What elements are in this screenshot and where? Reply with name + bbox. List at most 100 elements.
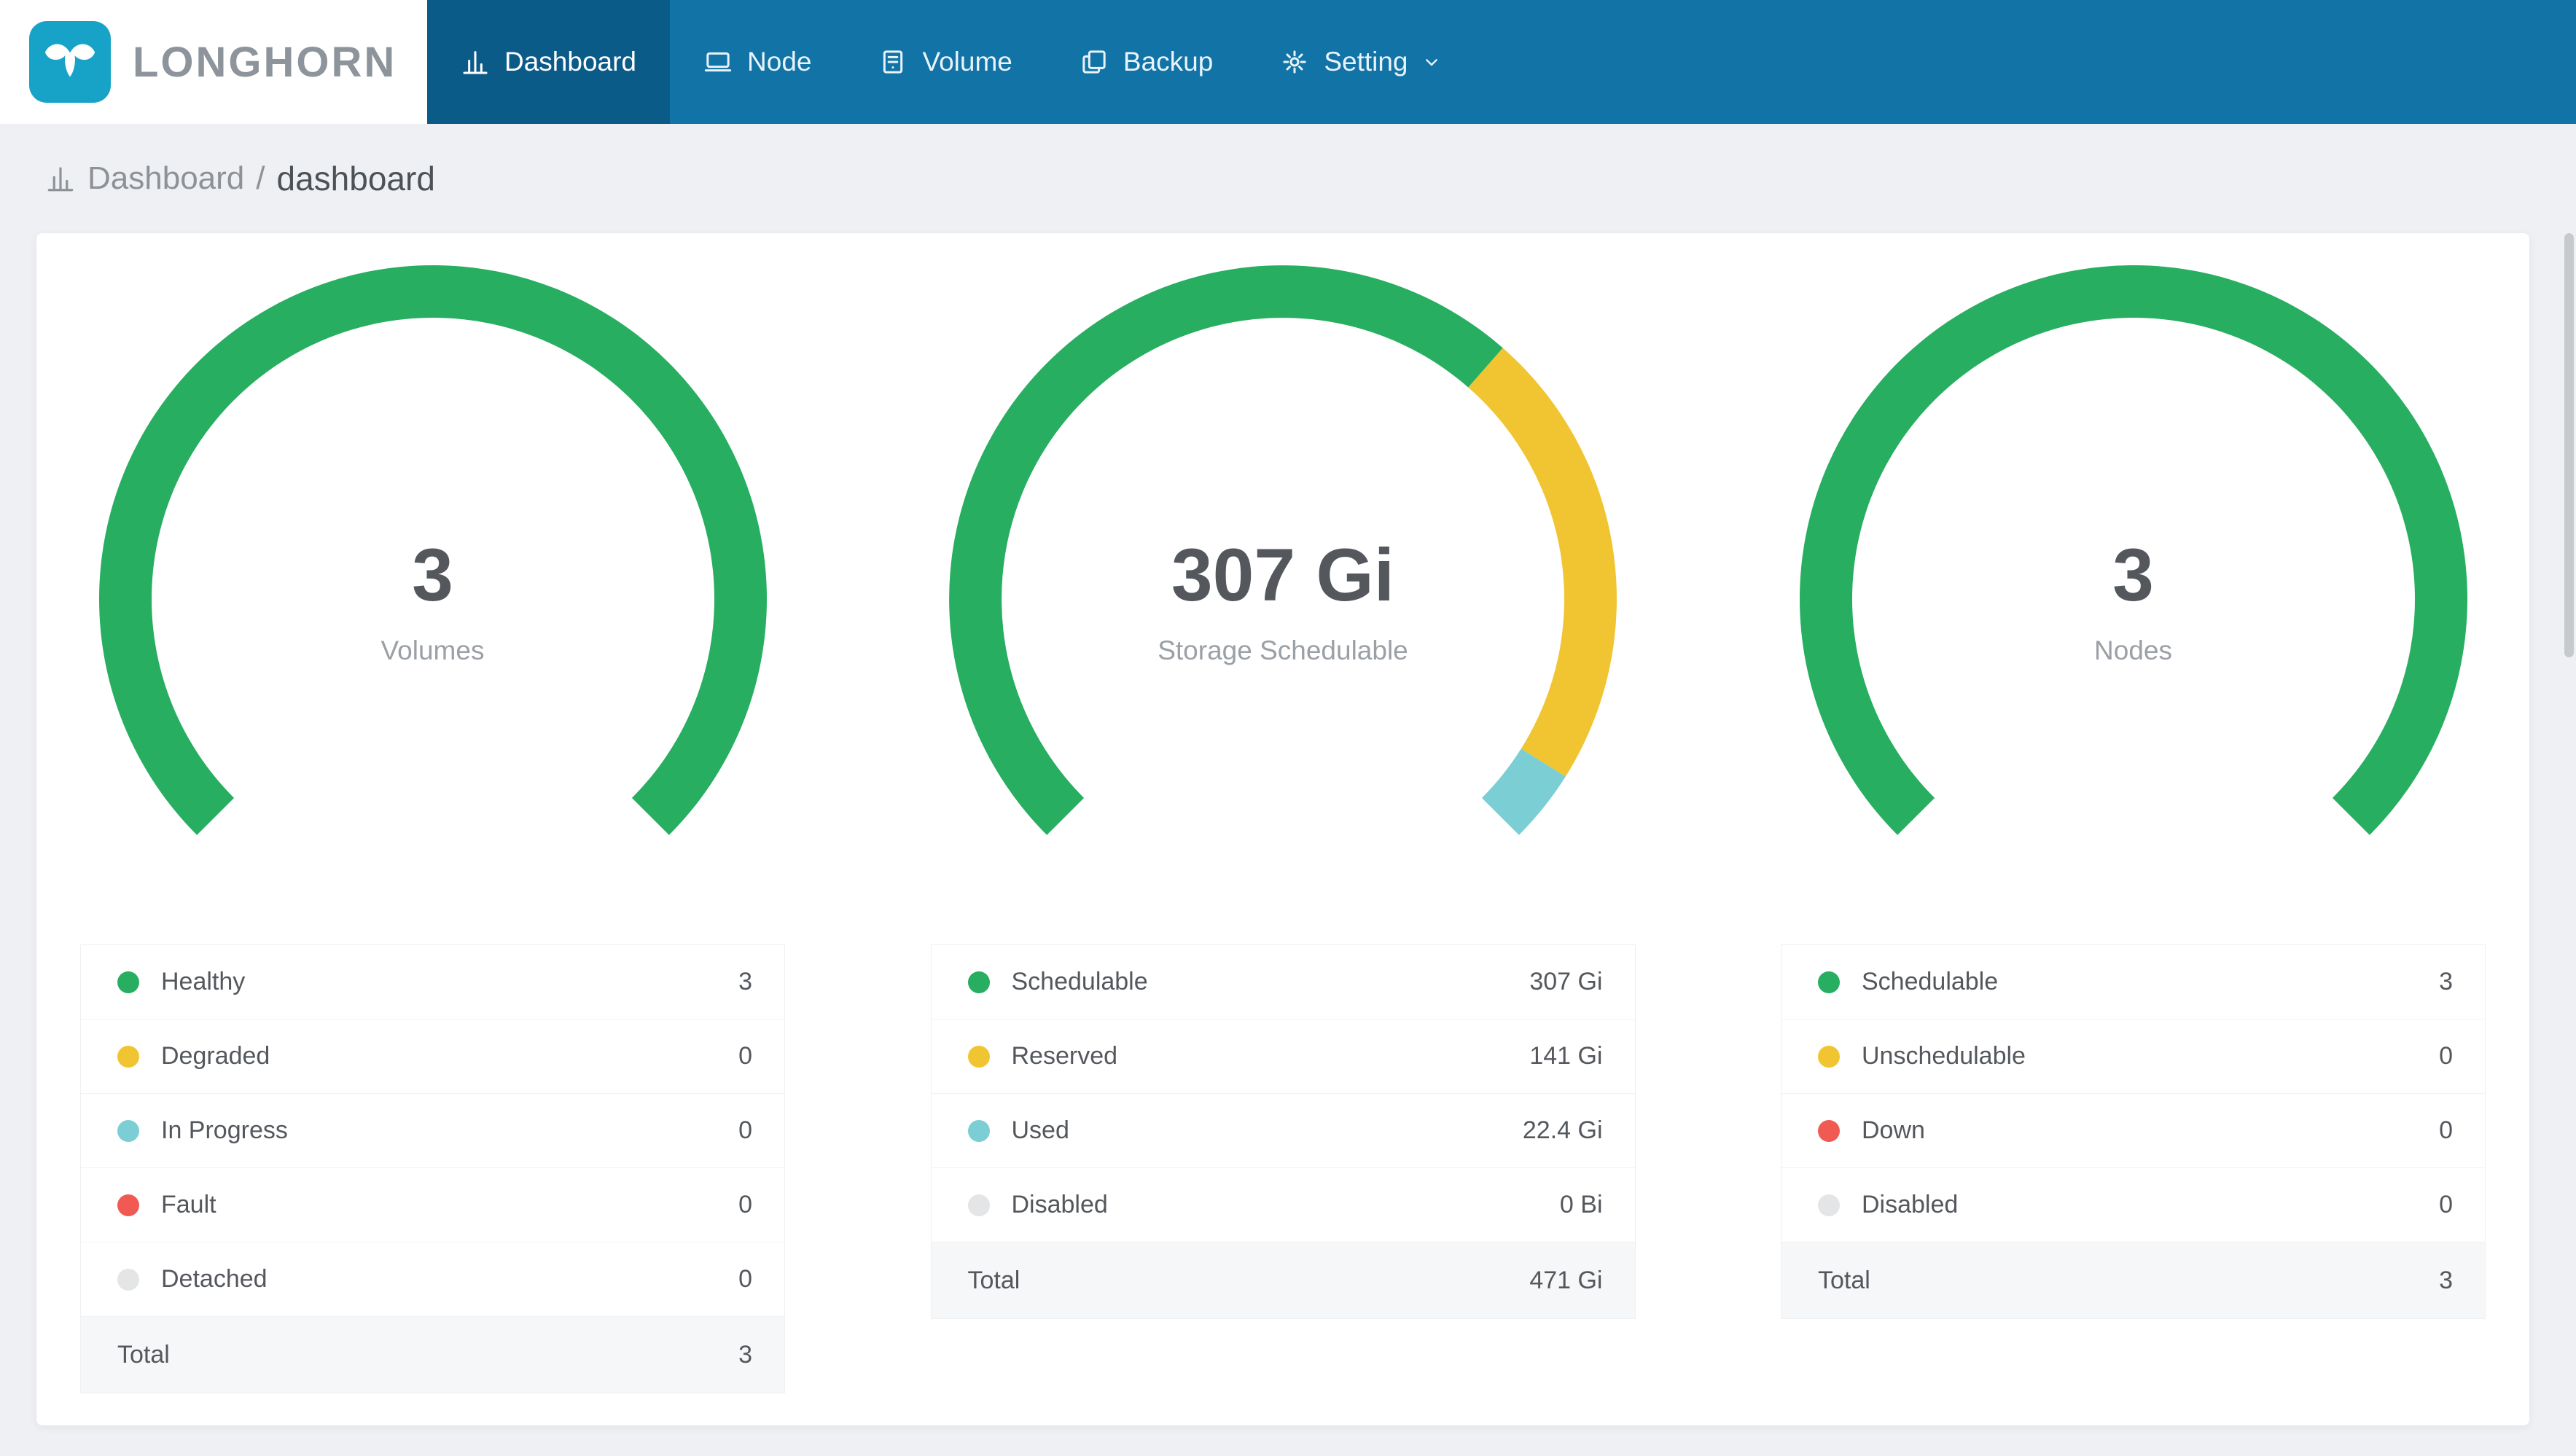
volumes-gauge-chart <box>98 265 767 835</box>
nav-item-setting[interactable]: Setting <box>1246 0 1476 124</box>
logo[interactable]: LONGHORN <box>0 0 427 124</box>
breadcrumb-current-page: dashboard <box>276 160 435 197</box>
longhorn-bull-icon <box>29 21 111 103</box>
gauge-segment-healthy <box>98 265 767 835</box>
nav-item-node[interactable]: Node <box>670 0 845 124</box>
total-label: Total <box>117 1340 170 1369</box>
legend-value: 0 Bi <box>1559 1191 1603 1218</box>
status-dot <box>967 1045 990 1068</box>
status-dot <box>1818 1194 1840 1216</box>
legend-label: Schedulable <box>1011 968 1148 995</box>
nav-label-backup: Backup <box>1123 47 1214 77</box>
status-dot <box>117 1194 139 1216</box>
legend-value: 0 <box>738 1116 752 1144</box>
legend-value: 3 <box>738 968 752 995</box>
storage-total-row: Total 471 Gi <box>931 1242 1635 1318</box>
status-dot <box>117 971 139 993</box>
legend-row-fault: Fault 0 <box>81 1168 784 1242</box>
nav-label-setting: Setting <box>1324 47 1408 77</box>
legend-value: 22.4 Gi <box>1522 1116 1603 1144</box>
nodes-legend-rows: Schedulable 3 Unschedulable 0 Down 0 Disabled 0 <box>1781 945 2485 1242</box>
scrollbar-thumb[interactable] <box>2564 233 2574 657</box>
legend-label: Reserved <box>1011 1042 1118 1070</box>
legend-label: Unschedulable <box>1862 1042 2026 1070</box>
status-dot <box>967 1194 990 1216</box>
total-label: Total <box>967 1266 1020 1294</box>
nav-item-dashboard[interactable]: Dashboard <box>427 0 671 124</box>
legend-value: 0 <box>738 1265 752 1293</box>
nodes-total-row: Total 3 <box>1781 1242 2485 1318</box>
total-label: Total <box>1818 1266 1870 1294</box>
storage-legend: Schedulable 307 Gi Reserved 141 Gi Used 22.4 … <box>930 944 1636 1319</box>
nodes-panel: 3 Nodes Schedulable 3 Unschedulable 0 Down 0 D… <box>1781 264 2486 1319</box>
legend-row-disabled: Disabled 0 Bi <box>931 1168 1635 1242</box>
bar-chart-icon <box>47 167 74 192</box>
status-dot <box>117 1268 139 1291</box>
legend-value: 0 <box>2439 1116 2453 1144</box>
nav-label-volume: Volume <box>922 47 1012 77</box>
gauge-segment-schedulable <box>1799 265 2467 835</box>
total-value: 471 Gi <box>1529 1266 1603 1294</box>
legend-label: Disabled <box>1011 1191 1108 1218</box>
nodes-legend: Schedulable 3 Unschedulable 0 Down 0 Disabled 0… <box>1781 944 2486 1319</box>
app-header: LONGHORN Dashboard Node Volume Backup Se… <box>0 0 2576 124</box>
breadcrumb-section[interactable]: Dashboard <box>87 163 244 195</box>
legend-row-reserved: Reserved 141 Gi <box>931 1019 1635 1094</box>
node-icon <box>704 52 732 72</box>
legend-value: 3 <box>2439 968 2453 995</box>
legend-row-schedulable: Schedulable 307 Gi <box>931 945 1635 1019</box>
gauge-segment-schedulable <box>949 265 1503 835</box>
legend-value: 0 <box>738 1042 752 1070</box>
total-value: 3 <box>738 1340 752 1369</box>
status-dot <box>967 971 990 993</box>
legend-row-degraded: Degraded 0 <box>81 1019 784 1094</box>
volumes-panel: 3 Volumes Healthy 3 Degraded 0 In Progress 0 F… <box>80 264 785 1393</box>
breadcrumb: Dashboard / dashboard <box>0 124 2576 227</box>
legend-row-schedulable: Schedulable 3 <box>1781 945 2485 1019</box>
legend-label: Used <box>1011 1116 1069 1144</box>
legend-row-disabled: Disabled 0 <box>1781 1168 2485 1242</box>
logo-text: LONGHORN <box>133 38 397 86</box>
volumes-gauge: 3 Volumes <box>98 264 768 934</box>
legend-label: Degraded <box>161 1042 270 1070</box>
storage-gauge-chart <box>949 265 1617 835</box>
legend-label: Down <box>1862 1116 1925 1144</box>
legend-row-down: Down 0 <box>1781 1094 2485 1168</box>
volumes-total-row: Total 3 <box>81 1317 784 1393</box>
status-dot <box>967 1119 990 1142</box>
legend-row-used: Used 22.4 Gi <box>931 1094 1635 1168</box>
legend-row-healthy: Healthy 3 <box>81 945 784 1019</box>
dashboard-card: 3 Volumes Healthy 3 Degraded 0 In Progress 0 F… <box>36 233 2529 1425</box>
backup-icon <box>1082 50 1106 74</box>
legend-label: Disabled <box>1862 1191 1959 1218</box>
nav-label-dashboard: Dashboard <box>504 47 637 77</box>
volume-icon <box>883 50 903 74</box>
gauge-segment-reserved <box>1468 348 1617 777</box>
status-dot <box>1818 971 1840 993</box>
status-dot <box>1818 1119 1840 1142</box>
legend-row-unschedulable: Unschedulable 0 <box>1781 1019 2485 1094</box>
legend-row-detached: Detached 0 <box>81 1242 784 1317</box>
storage-panel: 307 Gi Storage Schedulable Schedulable 30… <box>930 264 1636 1319</box>
nodes-gauge: 3 Nodes <box>1798 264 2469 934</box>
legend-label: In Progress <box>161 1116 288 1144</box>
nav-item-backup[interactable]: Backup <box>1046 0 1246 124</box>
storage-gauge: 307 Gi Storage Schedulable <box>948 264 1618 934</box>
storage-legend-rows: Schedulable 307 Gi Reserved 141 Gi Used 22.4 … <box>931 945 1635 1242</box>
chevron-down-icon <box>1425 59 1437 66</box>
legend-label: Fault <box>161 1191 216 1218</box>
breadcrumb-separator: / <box>256 160 265 196</box>
legend-row-in-progress: In Progress 0 <box>81 1094 784 1168</box>
legend-value: 0 <box>738 1191 752 1218</box>
legend-value: 0 <box>2439 1191 2453 1218</box>
legend-label: Healthy <box>161 968 246 995</box>
legend-label: Detached <box>161 1265 268 1293</box>
nav-label-node: Node <box>747 47 812 77</box>
main-nav: Dashboard Node Volume Backup Setting <box>427 0 1477 124</box>
legend-label: Schedulable <box>1862 968 1999 995</box>
gear-icon <box>1283 50 1306 74</box>
total-value: 3 <box>2439 1266 2453 1294</box>
nav-item-volume[interactable]: Volume <box>845 0 1045 124</box>
legend-value: 0 <box>2439 1042 2453 1070</box>
volumes-legend-rows: Healthy 3 Degraded 0 In Progress 0 Fault 0 Detac… <box>81 945 784 1317</box>
